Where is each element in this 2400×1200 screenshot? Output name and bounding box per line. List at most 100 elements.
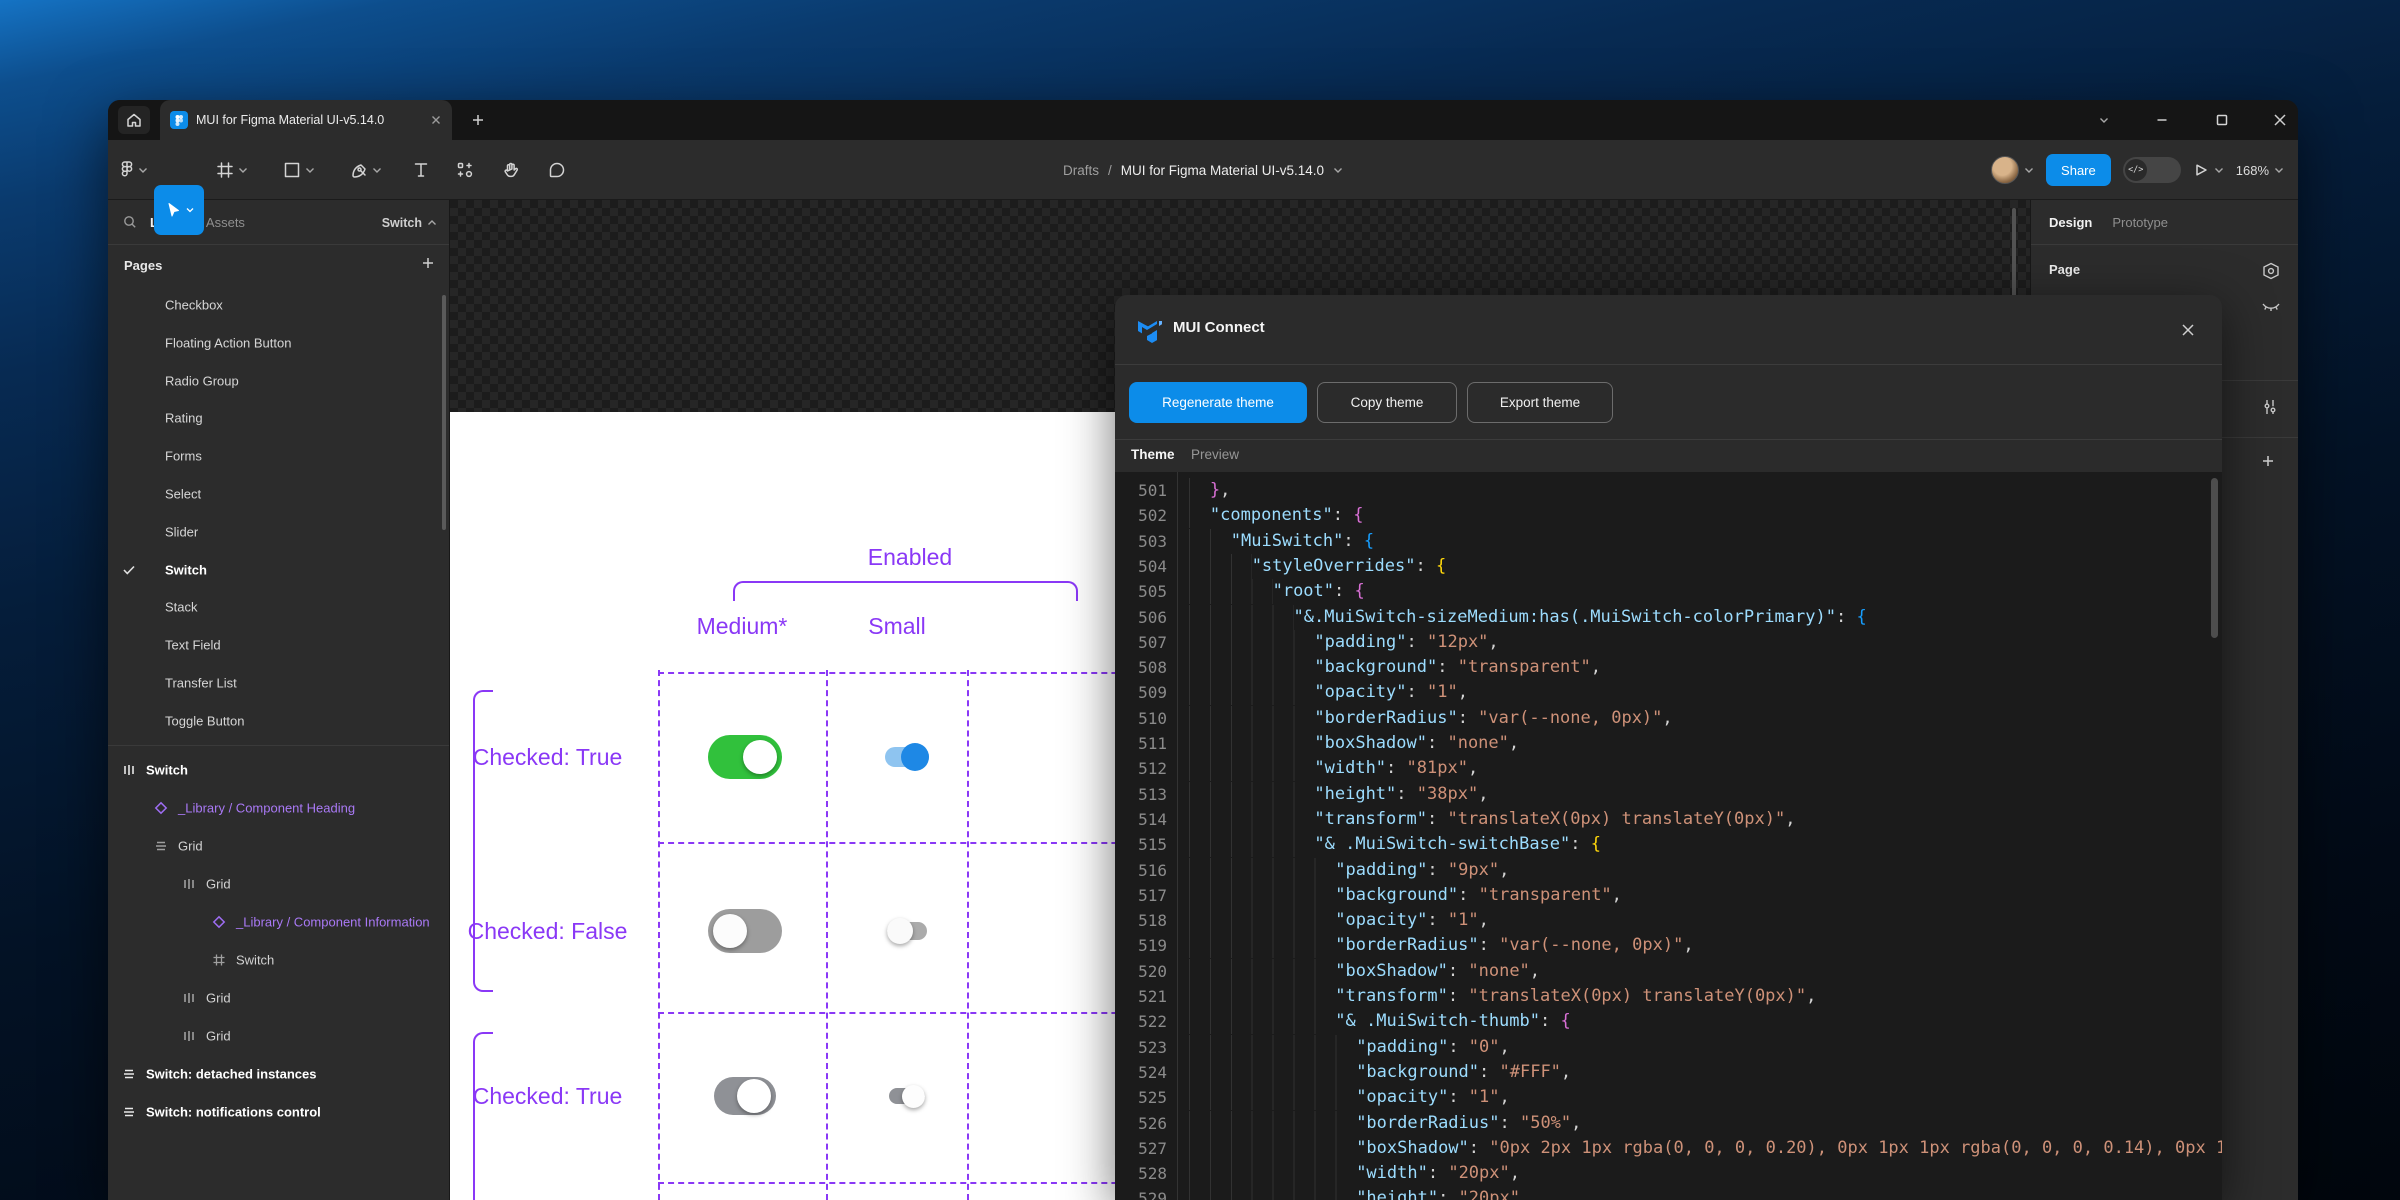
- switch-small-row1[interactable]: [885, 743, 929, 771]
- chevron-down-icon: [2274, 166, 2284, 174]
- code-line-517: 517"background": "transparent",: [1115, 883, 2222, 908]
- grid-dashed-vertical: [826, 670, 828, 1200]
- page-item-toggle-button[interactable]: Toggle Button: [108, 702, 449, 740]
- export-theme-button[interactable]: Export theme: [1467, 382, 1613, 423]
- tab-design[interactable]: Design: [2049, 215, 2092, 230]
- page-name: Toggle Button: [165, 713, 245, 728]
- check-icon: [122, 564, 136, 576]
- page-item-rating[interactable]: Rating: [108, 399, 449, 437]
- code-line-519: 519"borderRadius": "var(--none, 0px)",: [1115, 933, 2222, 958]
- line-number: 501: [1123, 478, 1167, 503]
- share-button[interactable]: Share: [2046, 154, 2111, 186]
- window-minimize-button[interactable]: [2150, 108, 2174, 132]
- breadcrumb-folder[interactable]: Drafts: [1063, 163, 1099, 178]
- page-item-checkbox[interactable]: Checkbox: [108, 286, 449, 324]
- tab-prototype[interactable]: Prototype: [2112, 215, 2168, 230]
- layer-row-grid[interactable]: Grid: [108, 865, 449, 903]
- tab-assets[interactable]: Assets: [206, 215, 245, 230]
- file-tab[interactable]: MUI for Figma Material UI-v5.14.0: [160, 100, 452, 140]
- page-name: Floating Action Button: [165, 335, 291, 350]
- design-panel-tabs: Design Prototype: [2031, 200, 2298, 245]
- layer-row-grid[interactable]: Grid: [108, 827, 449, 865]
- switch-medium-row3[interactable]: [714, 1077, 776, 1115]
- code-line-513: 513"height": "38px",: [1115, 782, 2222, 807]
- code-line-507: 507"padding": "12px",: [1115, 630, 2222, 655]
- figma-window: MUI for Figma Material UI-v5.14.0 Drafts…: [108, 100, 2298, 1200]
- library-icon[interactable]: [2261, 262, 2281, 280]
- zoom-menu[interactable]: 168%: [2236, 163, 2284, 178]
- tab-overflow-chevron-icon[interactable]: [2092, 108, 2116, 132]
- tab-close-icon[interactable]: [430, 114, 442, 126]
- page-name: Switch: [165, 562, 207, 577]
- switch-small-row2[interactable]: [887, 918, 927, 944]
- layer-row-grid[interactable]: Grid: [108, 979, 449, 1017]
- window-close-button[interactable]: [2268, 108, 2292, 132]
- line-number: 519: [1123, 933, 1167, 958]
- line-number: 515: [1123, 832, 1167, 857]
- dialog-actions: Regenerate themeCopy themeExport theme: [1115, 365, 2222, 440]
- page-item-radio-group[interactable]: Radio Group: [108, 362, 449, 400]
- search-icon[interactable]: [122, 214, 138, 230]
- switch-thumb: [713, 914, 747, 948]
- chevron-up-icon: [427, 219, 437, 227]
- home-button[interactable]: [118, 106, 150, 134]
- regenerate-theme-button[interactable]: Regenerate theme: [1129, 382, 1307, 423]
- code-line-506: 506"&.MuiSwitch-sizeMedium:has(.MuiSwitc…: [1115, 605, 2222, 630]
- code-line-510: 510"borderRadius": "var(--none, 0px)",: [1115, 706, 2222, 731]
- switch-medium-row2[interactable]: [708, 909, 782, 953]
- window-maximize-button[interactable]: [2210, 108, 2234, 132]
- page-item-switch[interactable]: Switch: [108, 551, 449, 589]
- switch-medium-row1[interactable]: [708, 735, 782, 779]
- switch-small-row3[interactable]: [889, 1085, 925, 1108]
- line-number: 526: [1123, 1111, 1167, 1136]
- line-number: 516: [1123, 858, 1167, 883]
- closed-eye-icon[interactable]: [2261, 301, 2281, 313]
- desktop: MUI for Figma Material UI-v5.14.0 Drafts…: [0, 0, 2400, 1200]
- present-button[interactable]: [2193, 162, 2224, 178]
- mui-connect-dialog: MUI Connect Regenerate themeCopy themeEx…: [1115, 295, 2222, 1200]
- layer-row-switch[interactable]: Switch: [108, 751, 449, 789]
- breadcrumb-filename[interactable]: MUI for Figma Material UI-v5.14.0: [1121, 163, 1324, 178]
- layer-name: Grid: [206, 1029, 231, 1044]
- page-item-forms[interactable]: Forms: [108, 437, 449, 475]
- page-item-slider[interactable]: Slider: [108, 513, 449, 551]
- switch-thumb: [901, 743, 929, 771]
- code-line-525: 525"opacity": "1",: [1115, 1085, 2222, 1110]
- line-number: 512: [1123, 756, 1167, 781]
- variables-sliders-icon[interactable]: [2261, 398, 2279, 416]
- account-menu[interactable]: [1991, 156, 2034, 184]
- row-group-bracket: [473, 1032, 493, 1200]
- page-name: Stack: [165, 600, 198, 615]
- page-item-floating-action-button[interactable]: Floating Action Button: [108, 324, 449, 362]
- tab-preview[interactable]: Preview: [1191, 447, 1239, 462]
- page-item-stack[interactable]: Stack: [108, 588, 449, 626]
- page-selector[interactable]: Switch: [382, 200, 437, 245]
- layer-row-grid[interactable]: Grid: [108, 1017, 449, 1055]
- tab-theme[interactable]: Theme: [1131, 447, 1175, 462]
- new-tab-button[interactable]: [466, 108, 490, 132]
- file-menu-chevron-icon[interactable]: [1333, 166, 1343, 174]
- line-number: 525: [1123, 1085, 1167, 1110]
- page-item-text-field[interactable]: Text Field: [108, 626, 449, 664]
- sidebar-scrollbar[interactable]: [442, 295, 446, 530]
- add-style-icon[interactable]: [2261, 454, 2275, 468]
- code-line-528: 528"width": "20px",: [1115, 1161, 2222, 1186]
- layer-row-switch[interactable]: Switch: [108, 941, 449, 979]
- move-tool-button[interactable]: [154, 185, 204, 235]
- chevron-down-icon: [186, 207, 194, 213]
- chevron-down-icon: [2214, 166, 2224, 174]
- dialog-close-button[interactable]: [2173, 315, 2203, 345]
- breadcrumb-separator: /: [1108, 163, 1112, 178]
- code-line-505: 505"root": {: [1115, 579, 2222, 604]
- layer-row-switch-notifications-control[interactable]: Switch: notifications control: [108, 1093, 449, 1131]
- layer-row--library-component-information[interactable]: _Library / Component Information: [108, 903, 449, 941]
- theme-code-editor[interactable]: 501},502"components": {503"MuiSwitch": {…: [1115, 472, 2222, 1200]
- line-number: 503: [1123, 529, 1167, 554]
- page-item-transfer-list[interactable]: Transfer List: [108, 664, 449, 702]
- page-item-select[interactable]: Select: [108, 475, 449, 513]
- add-page-button[interactable]: [421, 256, 435, 270]
- layer-row--library-component-heading[interactable]: _Library / Component Heading: [108, 789, 449, 827]
- copy-theme-button[interactable]: Copy theme: [1317, 382, 1457, 423]
- layer-row-switch-detached-instances[interactable]: Switch: detached instances: [108, 1055, 449, 1093]
- dev-mode-toggle[interactable]: </>: [2123, 157, 2181, 183]
